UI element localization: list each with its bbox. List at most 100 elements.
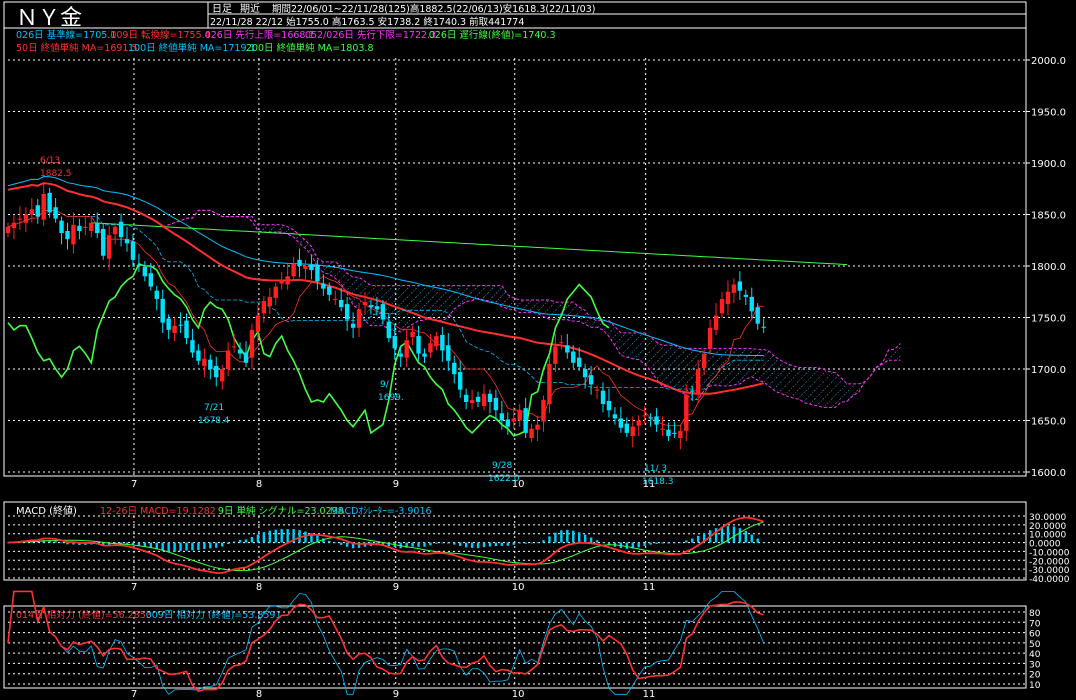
candle (172, 317, 177, 342)
candle (636, 415, 641, 436)
ma200-line (91, 222, 848, 266)
candle (719, 291, 725, 318)
price-tick-label: 1900.0 (1031, 159, 1066, 170)
main-legend-row1: 026日 基準線=1705.1009日 転換線=1755.4026日 先行上限=… (16, 29, 556, 41)
macd-histogram-bar (536, 542, 539, 544)
macd-histogram-bar (667, 542, 670, 544)
legend-entry: 9日 単純 シグナル=23.0298 (218, 505, 344, 517)
candle (582, 363, 588, 389)
candle (261, 295, 267, 323)
annotation-label: 7/21 (204, 403, 224, 413)
candle (142, 260, 148, 282)
macd-histogram-bar (209, 542, 212, 549)
price-tick-label: 1650.0 (1031, 417, 1066, 428)
candle (654, 408, 659, 432)
macd-histogram-bar (697, 535, 700, 543)
candle (547, 355, 552, 414)
last-bar-info: 22/11/28 22/12 始1755.0 高1763.5 安1738.2 終… (210, 16, 524, 28)
rsi-lines (7, 590, 764, 695)
candle (106, 225, 112, 271)
period-type: 日足 (212, 3, 232, 15)
candle (612, 407, 618, 425)
candle (285, 263, 290, 290)
candle (5, 222, 11, 238)
macd-histogram-bar (262, 532, 266, 543)
period-info: 期間22/06/01~22/11/28(125)高1882.5(22/06/13… (272, 3, 595, 15)
macd-histogram-bar (554, 532, 557, 543)
candle (196, 344, 201, 365)
macd-histogram-bar (197, 542, 200, 551)
candle (95, 212, 100, 239)
candle (452, 355, 457, 384)
candle (618, 407, 624, 433)
month-tick-label: 7 (131, 582, 137, 593)
candle (446, 332, 451, 372)
macd-histogram-bar (256, 534, 260, 543)
macd-histogram (6, 526, 765, 553)
month-axis: 7 8 9 10 11 (131, 479, 655, 490)
rsi-axis: 8070605040302010 (1029, 609, 1041, 691)
macd-histogram-bar (286, 529, 289, 543)
macd-histogram-bar (673, 542, 676, 544)
month-tick-label: 8 (256, 479, 262, 490)
macd-histogram-bar (560, 530, 563, 543)
macd-histogram-bar (595, 540, 599, 543)
macd-histogram-bar (756, 538, 759, 543)
candle (53, 198, 58, 223)
macd-histogram-bar (453, 542, 456, 545)
macd-histogram-bar (185, 542, 188, 551)
candle (136, 253, 142, 273)
macd-histogram-bar (566, 529, 569, 543)
candle (71, 212, 76, 254)
macd-histogram-bar (524, 542, 527, 544)
macd-histogram-bar (423, 542, 426, 547)
rsi9-line (7, 591, 764, 695)
candle (303, 259, 308, 280)
rsi-tick-label: 70 (1029, 619, 1041, 629)
rsi-month-axis: 7 8 9 10 11 (131, 689, 655, 700)
macd-axis: 30.000020.000010.00000.0000-10.0000-20.0… (1029, 513, 1070, 585)
legend-entry: 026日 先行上限=1668.1 (205, 29, 315, 41)
macd-histogram-bar (583, 534, 587, 543)
candle (118, 213, 124, 247)
candle (713, 303, 719, 336)
candle (35, 199, 40, 224)
rsi-tick-label: 30 (1029, 660, 1041, 670)
candle (225, 342, 231, 377)
candle (124, 226, 130, 252)
macd-title: MACD (終値) (16, 504, 77, 517)
macd-histogram-bar (274, 529, 277, 543)
macd-histogram-bar (447, 542, 450, 544)
candle (660, 416, 665, 436)
candle (249, 323, 255, 369)
macd-histogram-bar (732, 526, 736, 543)
candle (404, 328, 409, 367)
legend-entry: 100日 終値単純 MA=1719.1 (128, 42, 256, 54)
macd-histogram-bar (238, 540, 242, 543)
macd-histogram-bar (464, 542, 468, 548)
candle (440, 326, 445, 362)
annotation-label: 9/28 (492, 461, 512, 471)
rsi-tick-label: 80 (1029, 609, 1041, 619)
macd-histogram-bar (738, 528, 742, 543)
macd-histogram-bar (268, 530, 271, 543)
macd-histogram-bar (340, 542, 343, 545)
candle (469, 389, 475, 410)
macd-histogram-bar (60, 542, 63, 544)
candle (672, 421, 677, 439)
candle (630, 416, 635, 448)
candle (523, 397, 528, 439)
macd-tick-label: -40.0000 (1029, 575, 1070, 585)
candle (112, 222, 118, 245)
macd-histogram-bar (179, 542, 182, 552)
macd-histogram-bar (643, 542, 646, 546)
macd-histogram-bar (304, 531, 307, 543)
candle (83, 215, 88, 236)
candle (529, 423, 534, 443)
candle (59, 216, 64, 245)
price-tick-label: 1850.0 (1031, 211, 1066, 222)
macd-histogram-bar (54, 541, 57, 543)
macd-histogram-bar (345, 542, 349, 547)
macd-histogram-bar (578, 532, 581, 543)
candle (11, 214, 17, 240)
